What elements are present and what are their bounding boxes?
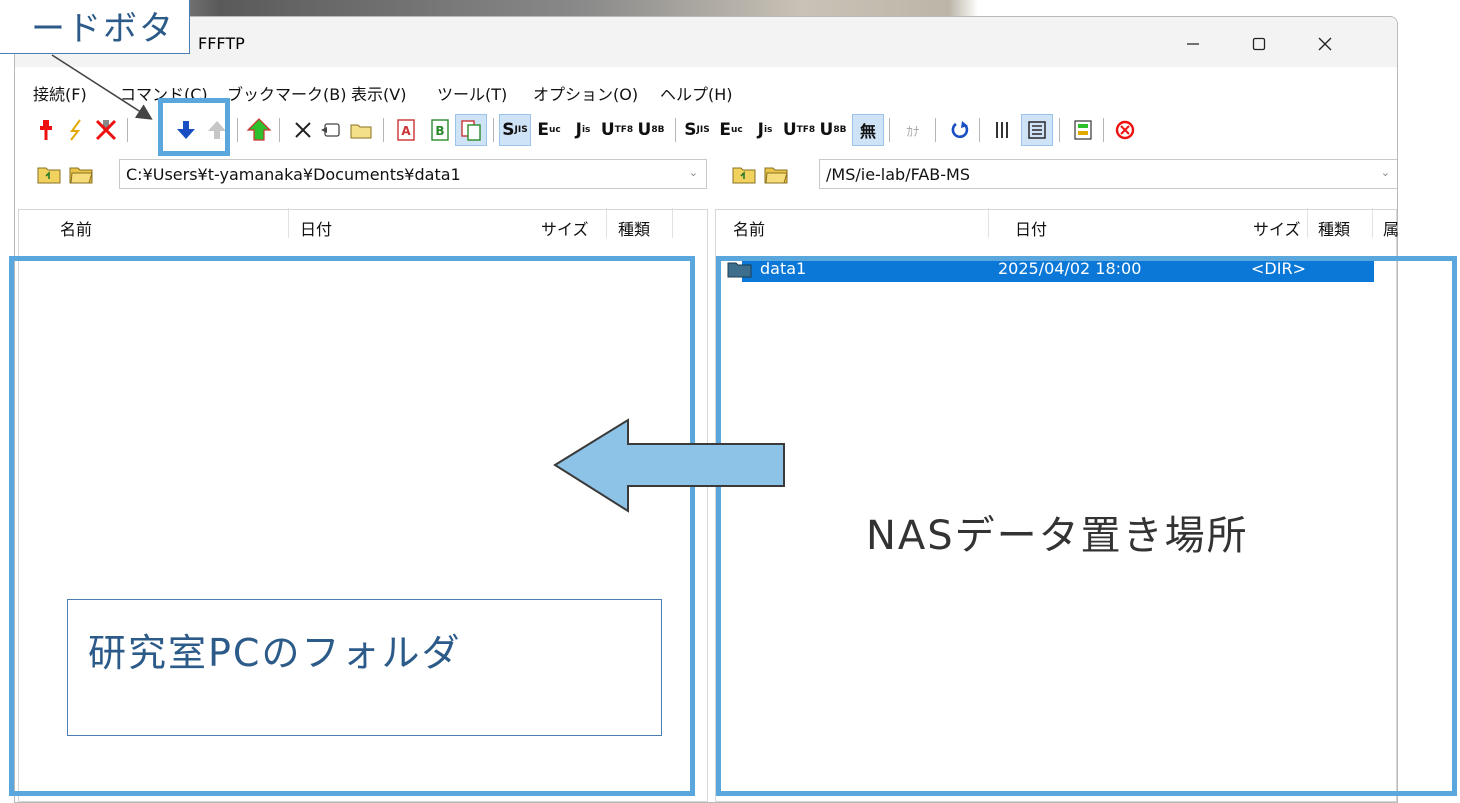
kanji-utf8bom-button-1[interactable]: U 8B — [635, 114, 667, 146]
remote-header-date[interactable]: 日付 — [1015, 216, 1047, 240]
window-title: FFFTP — [198, 34, 245, 53]
remote-path-bar: /MS/ie-lab/FAB-MS ⌄ — [720, 159, 1397, 191]
kanji-euc-button-2[interactable]: Euc — [715, 114, 747, 146]
ascii-mode-button[interactable]: A — [390, 114, 422, 146]
detail-view-button[interactable] — [1021, 114, 1053, 146]
close-button[interactable] — [1302, 27, 1348, 61]
list-view-icon — [996, 122, 1008, 138]
local-header-name[interactable]: 名前 — [60, 216, 92, 240]
menu-view[interactable]: 表示(V) — [351, 81, 406, 105]
menu-tool[interactable]: ツール(T) — [437, 81, 507, 105]
kanji-utf8-button-1[interactable]: U TF8 — [601, 114, 633, 146]
auto-doc-icon — [461, 120, 481, 141]
kanji-sjis-button-1[interactable]: S JIS — [499, 114, 531, 146]
svg-text:A: A — [401, 124, 411, 138]
maximize-button[interactable] — [1236, 27, 1282, 61]
remote-parent-folder-button[interactable] — [730, 160, 758, 188]
desktop-background — [0, 0, 1460, 16]
delete-x-icon — [295, 122, 311, 138]
svg-text:B: B — [435, 124, 444, 138]
remote-path-input[interactable]: /MS/ie-lab/FAB-MS ⌄ — [819, 159, 1397, 189]
kana-convert-button[interactable]: ｶﾅ — [897, 114, 929, 146]
tree-view-icon — [1074, 120, 1092, 140]
open-folder-icon — [69, 167, 93, 184]
menu-option[interactable]: オプション(O) — [533, 81, 638, 105]
stop-icon — [1115, 120, 1135, 140]
chevron-down-icon[interactable]: ⌄ — [689, 166, 698, 179]
menu-help[interactable]: ヘルプ(H) — [660, 81, 733, 105]
open-folder-icon — [764, 167, 788, 184]
local-folder-label-box: 研究室PCのフォルダ — [67, 599, 662, 736]
kanji-jis-button-2[interactable]: Jis — [749, 114, 781, 146]
kanji-sjis-button-2[interactable]: S JIS — [681, 114, 713, 146]
minimize-icon — [1187, 43, 1199, 45]
parent-folder-icon — [732, 167, 756, 184]
refresh-icon — [951, 121, 969, 139]
local-path-bar: C:¥Users¥t-yamanaka¥Documents¥data1 ⌄ — [15, 159, 715, 191]
binary-mode-button[interactable]: B — [424, 114, 456, 146]
close-icon — [1318, 37, 1332, 51]
local-path-input[interactable]: C:¥Users¥t-yamanaka¥Documents¥data1 ⌄ — [119, 159, 707, 189]
list-view-button[interactable] — [987, 114, 1019, 146]
remote-path-text: /MS/ie-lab/FAB-MS — [826, 164, 970, 184]
detail-view-icon — [1028, 121, 1046, 139]
remote-header-attr[interactable]: 属 — [1383, 216, 1399, 240]
rename-button[interactable] — [315, 114, 347, 146]
local-parent-folder-button[interactable] — [35, 160, 63, 188]
no-conversion-button[interactable]: 無 — [852, 114, 884, 146]
refresh-button[interactable] — [943, 114, 975, 146]
local-header-size[interactable]: サイズ — [541, 216, 589, 240]
new-folder-button[interactable] — [345, 114, 377, 146]
local-open-folder-button[interactable] — [67, 160, 95, 188]
remote-header-name[interactable]: 名前 — [733, 216, 765, 240]
title-bar: FFFTP — [15, 17, 1397, 67]
kanji-jis-button-1[interactable]: Jis — [567, 114, 599, 146]
remote-header-size[interactable]: サイズ — [1253, 216, 1301, 240]
transfer-arrow-icon — [553, 418, 785, 513]
new-folder-icon — [350, 124, 372, 139]
maximize-icon — [1252, 37, 1266, 51]
nas-location-label: NASデータ置き場所 — [866, 513, 1249, 559]
remote-open-folder-button[interactable] — [762, 160, 790, 188]
local-header-type[interactable]: 種類 — [618, 216, 650, 240]
local-folder-label: 研究室PCのフォルダ — [88, 631, 462, 675]
kanji-utf8-button-2[interactable]: U TF8 — [783, 114, 815, 146]
green-up-arrow-icon — [246, 118, 272, 141]
rename-icon — [321, 123, 340, 137]
ascii-doc-icon: A — [397, 119, 415, 141]
tree-view-button[interactable] — [1067, 114, 1099, 146]
menu-bookmark[interactable]: ブックマーク(B) — [227, 81, 346, 105]
auto-mode-button[interactable] — [455, 114, 487, 146]
binary-doc-icon: B — [431, 119, 449, 141]
kanji-utf8bom-button-2[interactable]: U 8B — [817, 114, 849, 146]
download-highlight — [158, 98, 230, 156]
parent-folder-icon — [37, 167, 61, 184]
abort-button[interactable] — [1109, 114, 1141, 146]
chevron-down-icon[interactable]: ⌄ — [1381, 166, 1390, 179]
kanji-euc-button-1[interactable]: Euc — [533, 114, 565, 146]
local-path-text: C:¥Users¥t-yamanaka¥Documents¥data1 — [126, 164, 461, 184]
local-header-date[interactable]: 日付 — [300, 216, 332, 240]
minimize-button[interactable] — [1170, 27, 1216, 61]
remote-header-type[interactable]: 種類 — [1318, 216, 1350, 240]
mirror-upload-button[interactable] — [243, 114, 275, 146]
